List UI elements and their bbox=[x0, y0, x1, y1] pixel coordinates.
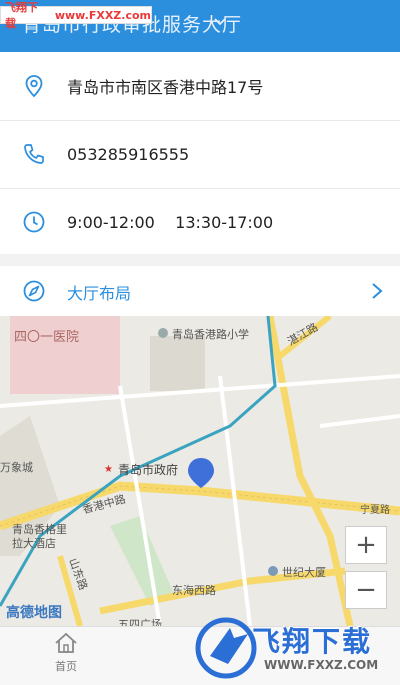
hours-row: 9:00-12:00 13:30-17:00 bbox=[0, 188, 400, 256]
map-canvas: ★ bbox=[0, 316, 400, 626]
map-label-bottom-place: 五四广场 bbox=[118, 618, 162, 626]
banner-brand: 飞翔下载 bbox=[252, 625, 373, 658]
banner-url: WWW.FXXZ.COM bbox=[264, 658, 379, 672]
home-icon bbox=[55, 632, 77, 653]
poi-icon bbox=[158, 328, 168, 338]
compass-icon bbox=[23, 280, 45, 302]
zoom-out-button[interactable]: − bbox=[345, 571, 387, 609]
tab-home-label: 首页 bbox=[55, 660, 77, 673]
phone-icon bbox=[24, 144, 44, 164]
brand-logo-icon bbox=[195, 617, 257, 679]
map-label-wanxiang: 万象城 bbox=[0, 461, 33, 474]
map-label-donghai: 东海西路 bbox=[172, 584, 216, 597]
zoom-in-button[interactable]: + bbox=[345, 526, 387, 564]
map-provider-logo: 高德地图 bbox=[6, 605, 62, 621]
address-text: 青岛市市南区香港中路17号 bbox=[67, 78, 264, 97]
tab-home[interactable]: 首页 bbox=[40, 631, 92, 681]
address-row[interactable]: 青岛市市南区香港中路17号 bbox=[0, 52, 400, 120]
clock-icon bbox=[23, 211, 45, 233]
map-label-hotel-line2: 拉大酒店 bbox=[12, 537, 56, 550]
location-pin-icon bbox=[25, 75, 43, 98]
map-label-road-right: 宁夏路 bbox=[360, 505, 390, 516]
school-area bbox=[150, 336, 205, 391]
phone-row[interactable]: 053285916555 bbox=[0, 120, 400, 188]
map-label-gov: 青岛市政府 bbox=[118, 463, 179, 477]
minor-road bbox=[319, 414, 400, 428]
hall-layout-link[interactable]: 大厅布局 bbox=[0, 266, 400, 316]
hours-text: 9:00-12:00 13:30-17:00 bbox=[67, 212, 274, 232]
watermark: 飞翔下载 www.FXXZ.com bbox=[0, 1, 152, 30]
app-header: 青岛市行政审批服务大厅 飞翔下载 www.FXXZ.com bbox=[0, 0, 400, 52]
map-label-century: 世纪大厦 bbox=[282, 566, 326, 579]
chevron-right-icon bbox=[372, 283, 383, 299]
watermark-brand: 飞翔下载 bbox=[5, 1, 38, 30]
poi-icon bbox=[268, 566, 278, 576]
info-card: 青岛市市南区香港中路17号 053285916555 9:00-12:00 13… bbox=[0, 52, 400, 254]
star-icon: ★ bbox=[104, 464, 113, 475]
phone-text: 053285916555 bbox=[67, 144, 190, 164]
hall-layout-label: 大厅布局 bbox=[67, 284, 132, 303]
map-label-school: 青岛香港路小学 bbox=[172, 328, 249, 341]
watermark-banner: 飞翔下载 WWW.FXXZ.COM bbox=[190, 608, 400, 685]
map-label-hospital: 四〇一医院 bbox=[14, 330, 80, 345]
map-view[interactable]: ★ 四〇一医院 青岛香港路小学 湛江路 万象城 青岛市政府 香港中路 宁夏路 青… bbox=[0, 316, 400, 626]
watermark-url: www.FXXZ.com bbox=[54, 8, 151, 22]
chevron-down-icon[interactable] bbox=[213, 14, 227, 28]
location-marker-icon[interactable] bbox=[188, 458, 214, 488]
